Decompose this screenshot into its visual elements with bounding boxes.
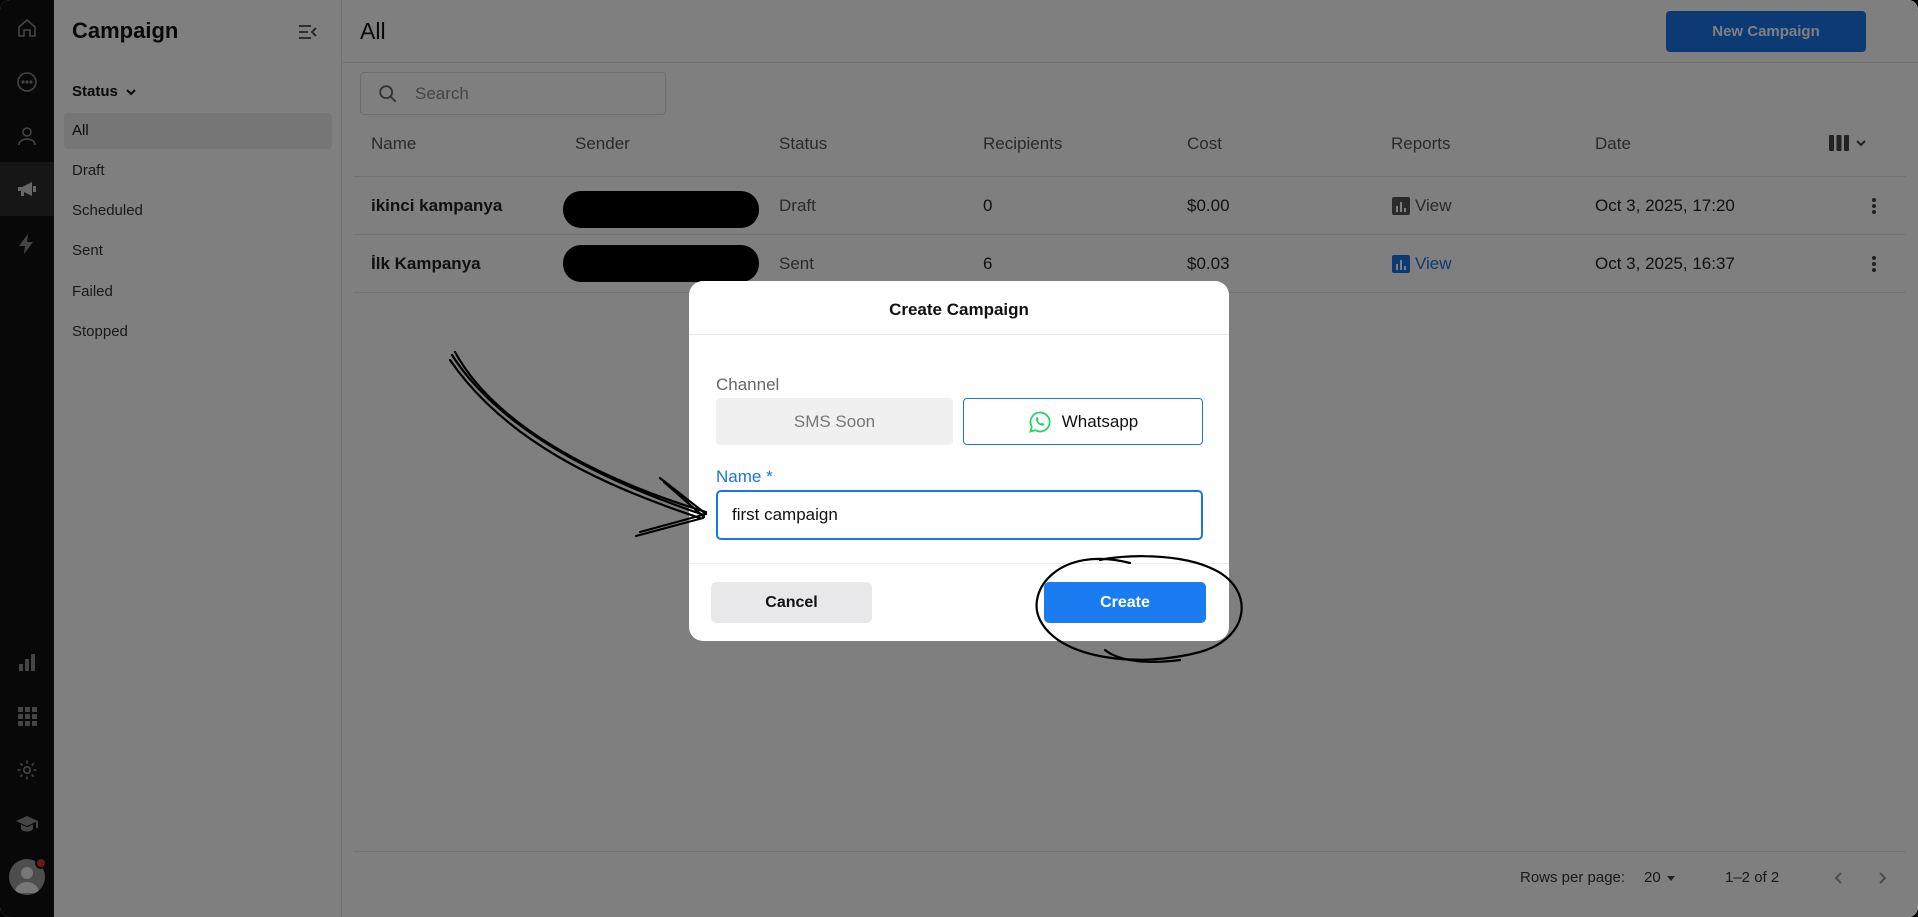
whatsapp-channel-option[interactable]: Whatsapp (963, 398, 1203, 445)
sms-channel-option: SMS Soon (716, 398, 953, 445)
create-campaign-dialog: Create Campaign Channel SMS Soon Whatsap… (689, 281, 1229, 641)
name-field-label: Name * (716, 467, 773, 486)
app-window: Campaign Status All Draft Scheduled Sent… (0, 0, 1918, 917)
dialog-title: Create Campaign (689, 281, 1229, 335)
cancel-button[interactable]: Cancel (711, 582, 872, 623)
create-button[interactable]: Create (1044, 582, 1206, 623)
campaign-name-field[interactable] (716, 490, 1203, 540)
whatsapp-option-label: Whatsapp (1061, 411, 1139, 431)
whatsapp-icon (1028, 411, 1051, 433)
channel-label: Channel (716, 375, 780, 394)
dialog-divider (689, 563, 1229, 564)
